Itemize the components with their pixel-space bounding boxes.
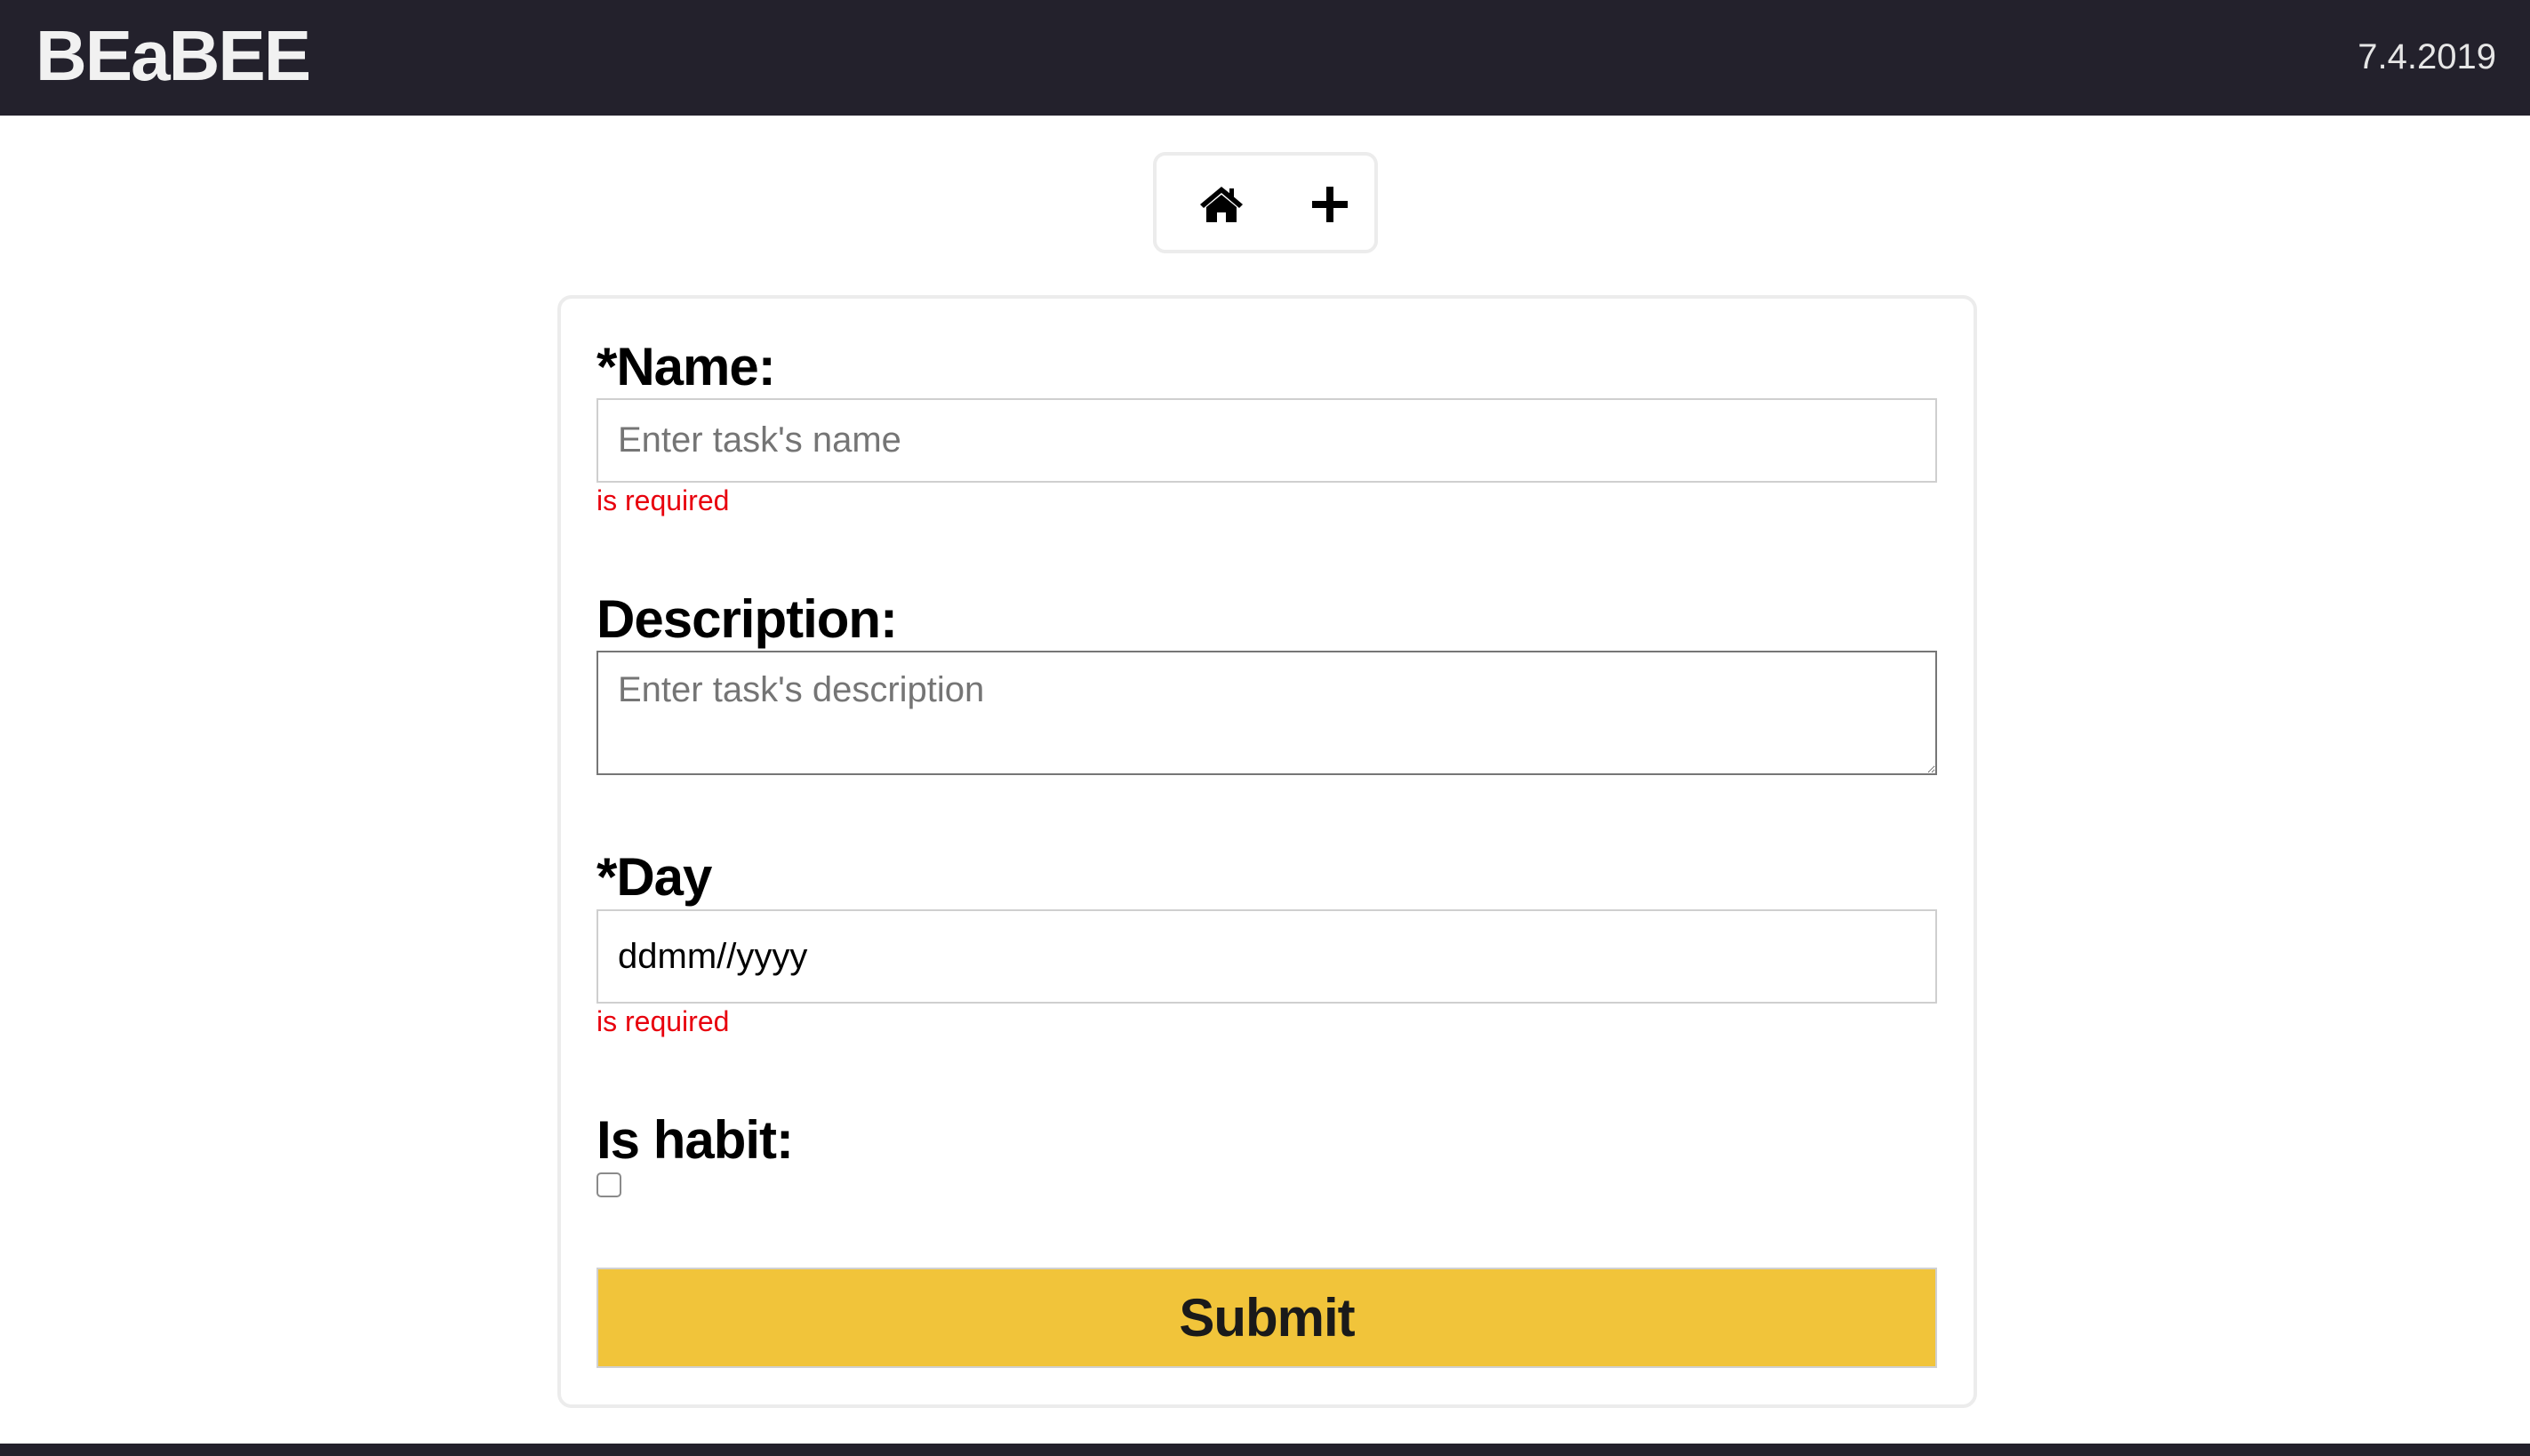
day-label: *Day (596, 847, 712, 907)
description-label: Description: (596, 589, 898, 649)
name-label: *Name: (596, 337, 776, 396)
day-date-format: ddmm//yyyy (618, 937, 808, 976)
name-error: is required (596, 484, 730, 516)
home-button[interactable] (1192, 175, 1251, 234)
current-date: 7.4.2019 (2358, 37, 2496, 76)
plus-icon (1312, 187, 1348, 222)
description-textarea[interactable] (596, 651, 1937, 775)
submit-button[interactable]: Submit (596, 1268, 1937, 1368)
add-task-button[interactable] (1301, 175, 1359, 234)
app-header: BEaBEE 7.4.2019 (0, 0, 2530, 116)
app-logo[interactable]: BEaBEE (36, 14, 311, 98)
day-date-input[interactable]: ddmm//yyyy (596, 909, 1937, 1004)
nav-bar (1153, 152, 1378, 253)
habit-label: Is habit: (596, 1110, 794, 1170)
day-error: is required (596, 1005, 730, 1037)
footer-bar (0, 1444, 2530, 1456)
habit-checkbox[interactable] (596, 1172, 621, 1197)
name-input[interactable] (596, 398, 1937, 483)
home-icon (1200, 187, 1243, 222)
